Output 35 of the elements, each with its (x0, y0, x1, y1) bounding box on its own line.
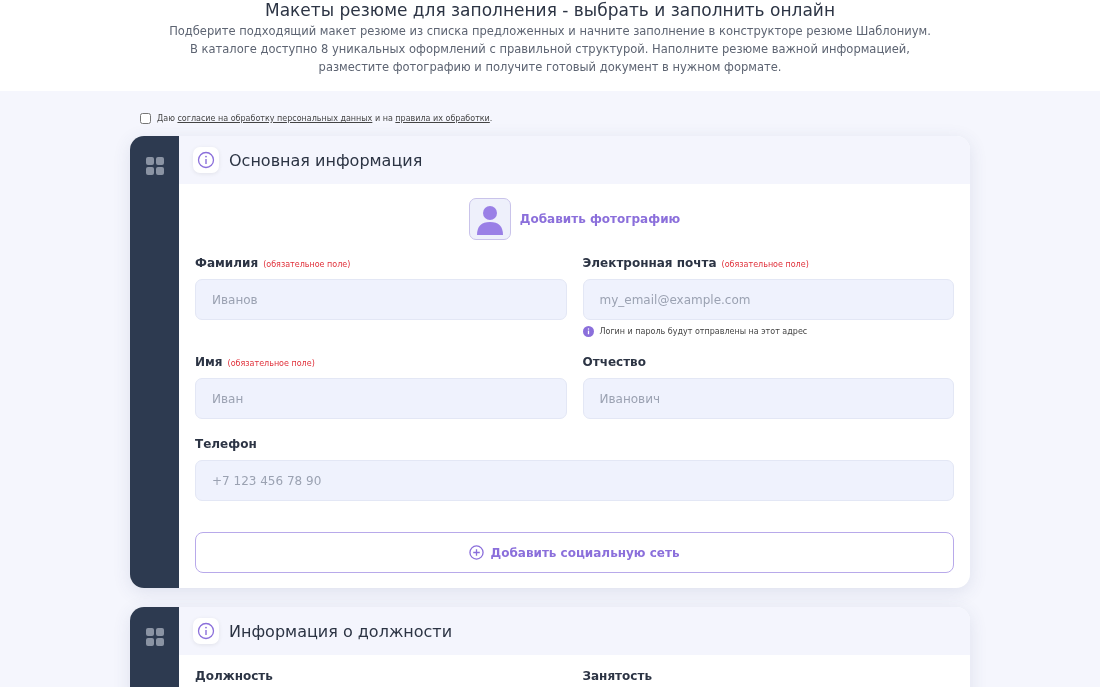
required-note: (обязательное поле) (721, 260, 809, 269)
required-note: (обязательное поле) (263, 260, 351, 269)
avatar-icon[interactable] (468, 198, 511, 240)
consent-link[interactable]: согласие на обработку персональных данных (177, 114, 373, 123)
info-icon (193, 147, 219, 173)
consent-checkbox[interactable] (140, 113, 151, 124)
input-field[interactable]: my_email@example.com (582, 279, 954, 320)
field-label: Фамилия (195, 256, 259, 270)
field-label: Имя (195, 355, 223, 369)
rules-link[interactable]: правила их обработки (395, 114, 490, 123)
add-photo-link[interactable]: Добавить фотографию (519, 212, 681, 226)
consent-text: Даю согласие на обработку персональных данных и на правила их обработки. (157, 114, 493, 123)
field-label: Отчество (582, 355, 646, 369)
field-label: Телефон (195, 437, 257, 451)
intro-text: Подберите подходящий макет резюме из списка предложенных и начните заполнение в конструкторе резюме Шаблониум. (168, 23, 932, 40)
input-field[interactable]: Иванов (195, 279, 567, 320)
info-icon (193, 618, 219, 644)
input-field[interactable]: +7 123 456 78 90 (195, 460, 954, 501)
info-icon (582, 326, 594, 337)
page-title: Макеты резюме для заполнения - выбрать и заполнить онлайн (264, 0, 836, 20)
plus-icon (469, 545, 485, 560)
field-label: Должность (195, 669, 273, 683)
input-field[interactable]: Иван (195, 378, 567, 419)
intro-text: разместите фотографию и получите готовый документ в нужном формате. (317, 59, 783, 76)
field-hint: Логин и пароль будут отправлены на этот адрес (599, 327, 808, 336)
required-note: (обязательное поле) (227, 359, 315, 368)
grid-icon[interactable] (145, 157, 164, 175)
intro-text: В каталоге доступно 8 уникальных оформлений с правильной структурой. Наполните резюме важной информацией, (189, 41, 911, 58)
input-field[interactable]: Иванович (582, 378, 954, 419)
grid-icon[interactable] (145, 628, 164, 646)
add-social-button[interactable]: Добавить социальную сеть (195, 532, 954, 573)
field-label: Электронная почта (582, 256, 717, 270)
section-title: Основная информация (229, 150, 423, 170)
field-label: Занятость (582, 669, 652, 683)
section-title: Информация о должности (229, 621, 453, 641)
